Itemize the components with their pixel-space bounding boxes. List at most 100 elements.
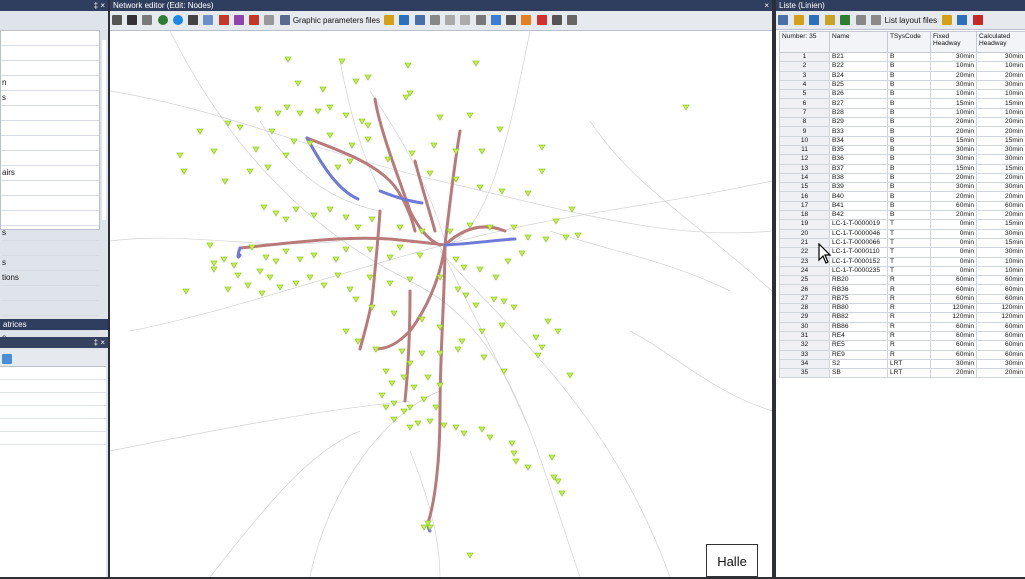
list-item[interactable] <box>0 406 106 419</box>
table-row[interactable]: 14B38B20min20min <box>780 173 1025 182</box>
table-row[interactable]: 29RB82R120min120min <box>780 313 1025 322</box>
table-row[interactable]: 10B34B15min15min <box>780 136 1025 145</box>
left-panel-item[interactable]: n <box>1 76 99 91</box>
save-icon[interactable] <box>399 15 409 25</box>
table-row[interactable]: 24LC-1-T-0000235T0min10min <box>780 266 1025 275</box>
table-row[interactable]: 16B40B20min20min <box>780 192 1025 201</box>
left-panel-item[interactable]: s <box>1 256 99 271</box>
pencil-icon[interactable] <box>521 15 531 25</box>
copy-icon[interactable] <box>778 15 788 25</box>
list-item[interactable] <box>0 367 106 380</box>
arrow-right-icon[interactable] <box>460 15 470 25</box>
table-row[interactable]: 22LC-1-T-0000110T0min30min <box>780 248 1025 257</box>
matrices-controls[interactable]: ‡ × <box>94 337 105 348</box>
list-item[interactable] <box>0 380 106 393</box>
table-row[interactable]: 28RB80R120min120min <box>780 304 1025 313</box>
table-row[interactable]: 35SBLRT20min20min <box>780 369 1025 378</box>
list-item[interactable] <box>0 393 106 406</box>
filter-icon[interactable] <box>840 15 850 25</box>
left-panel-item[interactable] <box>1 31 99 46</box>
tool-icon[interactable] <box>430 15 440 25</box>
left-panel-item[interactable] <box>1 196 99 211</box>
network-map[interactable]: Halle <box>110 31 772 577</box>
table-row[interactable]: 32RE5R60min60min <box>780 341 1025 350</box>
stop-icon[interactable] <box>537 15 547 25</box>
table-row[interactable]: 9B33B20min20min <box>780 127 1025 136</box>
select-icon[interactable] <box>127 15 137 25</box>
table-row[interactable]: 17B41B60min60min <box>780 201 1025 210</box>
table-row[interactable]: 18B42B20min20min <box>780 211 1025 220</box>
columns-icon[interactable] <box>856 15 866 25</box>
arrow-left-icon[interactable] <box>445 15 455 25</box>
settings-icon[interactable] <box>973 15 983 25</box>
close-icon[interactable]: × <box>764 0 769 11</box>
matrix-icon[interactable] <box>2 354 12 364</box>
filter-icon[interactable] <box>219 15 229 25</box>
table-row[interactable]: 8B29B20min20min <box>780 118 1025 127</box>
measure-icon[interactable] <box>506 15 516 25</box>
open-icon[interactable] <box>384 15 394 25</box>
pan-icon[interactable] <box>112 15 122 25</box>
table-row[interactable]: 20LC-1-T-0000046T0min30min <box>780 229 1025 238</box>
filter-icon[interactable] <box>234 15 244 25</box>
table-row[interactable]: 23LC-1-T-0000152T0min10min <box>780 257 1025 266</box>
table-row[interactable]: 19LC-1-T-0000019T0min15min <box>780 220 1025 229</box>
left-panel-item[interactable] <box>1 181 99 196</box>
network-map-canvas[interactable] <box>110 31 772 577</box>
tool-icon[interactable] <box>415 15 425 25</box>
table-row[interactable]: 7B28B10min10min <box>780 108 1025 117</box>
table-row[interactable]: 6B27B15min15min <box>780 99 1025 108</box>
list-item[interactable] <box>0 432 106 445</box>
table-row[interactable]: 13B37B15min15min <box>780 164 1025 173</box>
table-row[interactable]: 21LC-1-T-0000066T0min15min <box>780 238 1025 247</box>
column-header[interactable]: Calculated Headway <box>977 32 1025 53</box>
list-layout-dropdown[interactable]: List layout files <box>885 16 937 25</box>
left-panel-item[interactable] <box>1 121 99 136</box>
left-panel-item[interactable]: tions <box>1 271 99 286</box>
folder-icon[interactable] <box>825 15 835 25</box>
table-row[interactable]: 15B39B30min30min <box>780 183 1025 192</box>
globe-icon[interactable] <box>158 15 168 25</box>
graphic-params-dropdown[interactable]: Graphic parameters files <box>293 16 380 25</box>
table-row[interactable]: 11B35B30min30min <box>780 145 1025 154</box>
left-panel-item[interactable] <box>1 286 99 301</box>
table-row[interactable]: 1B21B30min30min <box>780 53 1025 62</box>
paste-icon[interactable] <box>794 15 804 25</box>
table-row[interactable]: 25RB20R60min60min <box>780 276 1025 285</box>
table-row[interactable]: 3B24B20min20min <box>780 71 1025 80</box>
table-row[interactable]: 34S2LRT30min30min <box>780 359 1025 368</box>
save-layout-icon[interactable] <box>957 15 967 25</box>
left-panel-item[interactable] <box>1 151 99 166</box>
table-row[interactable]: 12B36B30min30min <box>780 155 1025 164</box>
table-row[interactable]: 30RB86R60min60min <box>780 322 1025 331</box>
table-row[interactable]: 2B22B10min10min <box>780 62 1025 71</box>
left-panel-item[interactable] <box>1 106 99 121</box>
table-row[interactable]: 33RE9R60min60min <box>780 350 1025 359</box>
filter-icon[interactable] <box>249 15 259 25</box>
table-icon[interactable] <box>871 15 881 25</box>
left-panel-item[interactable] <box>1 136 99 151</box>
table-row[interactable]: 4B25B30min30min <box>780 80 1025 89</box>
left-panel-item[interactable] <box>1 211 99 226</box>
left-scrollbar[interactable] <box>102 40 106 220</box>
column-header[interactable]: Number: 35 <box>780 32 830 53</box>
zoom-window-icon[interactable] <box>142 15 152 25</box>
list-item[interactable] <box>0 419 106 432</box>
column-header[interactable]: TSysCode <box>888 32 931 53</box>
tool-icon[interactable] <box>476 15 486 25</box>
left-panel-item[interactable] <box>1 61 99 76</box>
left-panel-item[interactable] <box>1 301 99 316</box>
left-panel-item[interactable] <box>1 241 99 256</box>
graphics-icon[interactable] <box>264 15 274 25</box>
left-panel-item[interactable]: s <box>1 91 99 106</box>
left-panel-controls[interactable]: ‡ × <box>94 0 105 11</box>
grid-icon[interactable] <box>552 15 562 25</box>
table-row[interactable]: 5B26B10min10min <box>780 90 1025 99</box>
binoculars-icon[interactable] <box>188 15 198 25</box>
left-panel-item[interactable]: s <box>1 226 99 241</box>
column-header[interactable]: Name <box>830 32 888 53</box>
left-panel-item[interactable]: airs <box>1 166 99 181</box>
layout-icon[interactable] <box>567 15 577 25</box>
pin-icon[interactable] <box>173 15 183 25</box>
graphic-params-icon[interactable] <box>280 15 290 25</box>
